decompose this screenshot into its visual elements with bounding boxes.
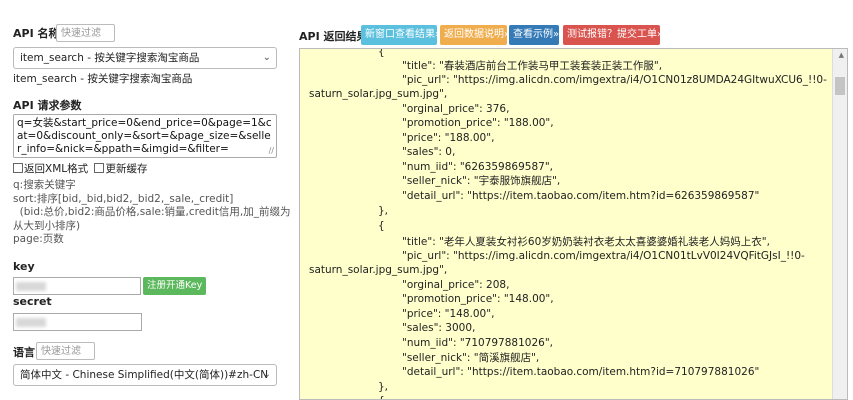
result-label: API 返回结果 xyxy=(299,30,368,43)
json-line: { xyxy=(378,394,385,399)
json-line: "detail_url": "https://item.taobao.com/i… xyxy=(402,190,760,202)
json-line: "orginal_price": 376, xyxy=(402,103,510,115)
resize-handle-icon[interactable]: ∕∕ xyxy=(269,144,274,157)
json-line: "promotion_price": "188.00", xyxy=(402,117,554,129)
json-line: "orginal_price": 208, xyxy=(402,279,510,291)
api-filter-input[interactable]: 快速过滤 xyxy=(56,24,115,42)
secret-input[interactable] xyxy=(13,313,142,331)
json-line: "seller_nick": "宇泰服饰旗舰店", xyxy=(402,175,561,187)
json-line: "sales": 3000, xyxy=(402,322,476,334)
view-example-button[interactable]: 查看示例» xyxy=(509,25,559,45)
api-selected-desc: item_search - 按关键字搜索淘宝商品 xyxy=(13,73,193,85)
params-help: q:搜索关键字 sort:排序[bid,_bid,bid2,_bid2,_sal… xyxy=(13,179,293,247)
help-line: page:页数 xyxy=(13,233,64,245)
params-value: q=女装&start_price=0&end_price=0&page=1&ca… xyxy=(17,117,272,155)
json-line: "detail_url": "https://item.taobao.com/i… xyxy=(402,366,760,378)
json-line: "num_iid": "626359869587", xyxy=(402,161,553,173)
lang-label: 语言 xyxy=(13,346,35,359)
help-line: (bid:总价,bid2:商品价格,sale:销量,credit信用,加_前缀为 xyxy=(13,206,291,218)
json-line: "price": "188.00", xyxy=(402,132,495,144)
json-line: }, xyxy=(378,205,389,217)
help-line: sort:排序[bid,_bid,bid2,_bid2,_sale,_credi… xyxy=(13,192,234,205)
open-new-window-button[interactable]: 新窗口查看结果» xyxy=(361,25,441,45)
data-description-button[interactable]: 返回数据说明» xyxy=(440,25,510,45)
api-name-label: API 名称 xyxy=(13,27,60,40)
json-line: "pic_url": "https://img.alicdn.com/imgex… xyxy=(402,74,827,86)
refresh-cache-label: 更新缓存 xyxy=(105,163,148,175)
submit-ticket-button[interactable]: 测试报错？提交工单» xyxy=(563,25,663,45)
json-line: }, xyxy=(378,381,389,393)
json-line: "price": "148.00", xyxy=(402,308,495,320)
lang-select[interactable]: 简体中文 - Chinese Simplified(中文(简体))#zh-CN … xyxy=(13,364,277,386)
json-line: "promotion_price": "148.00", xyxy=(402,293,554,305)
secret-label: secret xyxy=(13,295,52,308)
json-line: "title": "春装酒店前台工作装马甲工装套装正装工作服", xyxy=(402,60,663,72)
xml-checkbox[interactable] xyxy=(13,163,23,173)
refresh-cache-checkbox[interactable] xyxy=(94,163,105,173)
params-textarea[interactable]: q=女装&start_price=0&end_price=0&page=1&ca… xyxy=(13,114,277,158)
xml-checkbox-label: 返回XML格式 xyxy=(24,163,89,175)
json-line: "sales": 0, xyxy=(402,146,456,158)
json-scrollbar[interactable]: ▲ xyxy=(832,49,847,399)
help-line: q:搜索关键字 xyxy=(13,179,76,191)
scroll-thumb[interactable] xyxy=(835,77,845,95)
json-line: "seller_nick": "简溪旗舰店", xyxy=(402,352,540,364)
chevron-down-icon: ⌄ xyxy=(262,52,271,63)
scroll-up-icon[interactable]: ▲ xyxy=(839,51,844,59)
json-line: saturn_solar.jpg_sum.jpg", xyxy=(309,88,448,100)
key-input[interactable] xyxy=(13,277,141,295)
json-line: { xyxy=(378,220,385,232)
chevron-down-icon: ⌄ xyxy=(262,369,271,380)
help-line: 从大到小排序) xyxy=(13,219,81,232)
json-line: "pic_url": "https://img.alicdn.com/imgex… xyxy=(402,250,805,262)
lang-select-value: 简体中文 - Chinese Simplified(中文(简体))#zh-CN xyxy=(20,369,269,381)
json-line: { xyxy=(378,48,385,58)
json-line: saturn_solar.jpg_sum.jpg", xyxy=(309,264,448,276)
key-label: key xyxy=(13,260,35,273)
register-key-button[interactable]: 注册开通Key xyxy=(143,277,207,295)
json-line: "title": "老年人夏装女衬衫60岁奶奶装衬衣老太太喜婆婆婚礼装老人妈妈上… xyxy=(402,236,770,248)
json-line: "num_iid": "710797881026", xyxy=(402,337,553,349)
api-select-value: item_search - 按关键字搜索淘宝商品 xyxy=(20,52,200,64)
params-label: API 请求参数 xyxy=(13,99,82,112)
json-result-panel[interactable]: { "title": "春装酒店前台工作装马甲工装套装正装工作服", "pic_… xyxy=(299,48,848,400)
api-select[interactable]: item_search - 按关键字搜索淘宝商品 ⌄ xyxy=(13,47,277,69)
lang-filter-input[interactable]: 快速过滤 xyxy=(36,342,95,360)
